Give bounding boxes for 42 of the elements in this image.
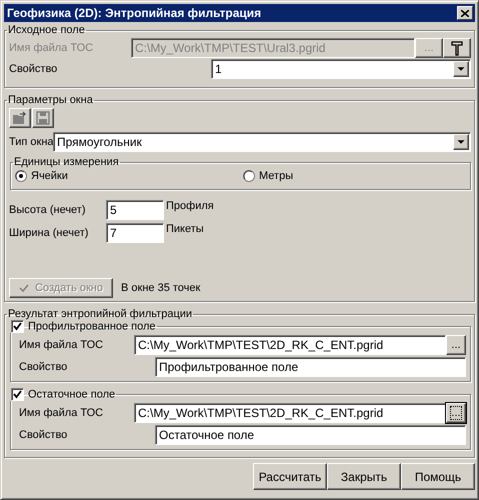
group-title: Единицы измерения — [13, 156, 120, 168]
radio-option[interactable]: Метры — [243, 170, 294, 182]
close-button[interactable] — [457, 6, 473, 20]
browse-button[interactable]: ... — [446, 403, 466, 423]
save-button[interactable] — [32, 108, 54, 128]
unit-label: Пикеты — [166, 223, 204, 235]
property-field[interactable]: Профильтрованное поле — [155, 357, 466, 377]
dialog-button[interactable]: Помощь — [401, 463, 475, 490]
unit-label: Профиля — [166, 200, 214, 212]
file-path-field[interactable]: C:\My_Work\TMP\TEST\2D_RK_C_ENT.pgrid — [134, 335, 446, 355]
check-icon — [19, 284, 29, 292]
checkbox[interactable] — [11, 320, 24, 333]
number-field[interactable]: 5 — [106, 200, 164, 220]
window-type-dropdown[interactable]: Прямоугольник — [53, 132, 471, 152]
group-title: Профильтрованное поле — [28, 320, 156, 332]
hammer-icon — [450, 40, 464, 56]
field-label: Ширина (нечет) — [9, 227, 90, 239]
field-label: Свойство — [19, 361, 68, 373]
file-path-field[interactable]: C:\My_Work\TMP\TEST\2D_RK_C_ENT.pgrid — [134, 403, 446, 423]
field-label: Имя файла ТОС — [19, 407, 104, 419]
hammer-button[interactable] — [443, 38, 471, 58]
field-label: Имя файла ТОС — [19, 339, 104, 351]
field-label: Высота (нечет) — [9, 204, 87, 216]
close-icon — [461, 10, 469, 16]
radio-option[interactable]: Ячейки — [15, 170, 243, 182]
group-title: Параметры окна — [7, 94, 94, 106]
group-title: Исходное поле — [7, 24, 86, 36]
field-label: Свойство — [9, 63, 58, 75]
window-title: Геофизика (2D): Энтропийная фильтрация — [7, 6, 262, 20]
group-title: Результат энтропийной фильтрации — [7, 308, 194, 320]
checkbox[interactable] — [11, 388, 24, 401]
field-label: Тип окна — [9, 136, 53, 148]
property-field[interactable]: Остаточное поле — [155, 425, 466, 445]
dialog-button[interactable]: Рассчитать — [253, 463, 327, 490]
dialog-button[interactable]: Закрыть — [327, 463, 401, 490]
points-count-text: В окне 35 точек — [121, 282, 200, 294]
field-label: Имя файла ТОС — [9, 42, 94, 54]
open-file-button[interactable] — [9, 108, 31, 128]
field-label: Свойство — [19, 429, 68, 441]
browse-button[interactable]: ... — [446, 335, 466, 355]
group-title: Остаточное поле — [28, 388, 116, 400]
number-field[interactable]: 7 — [106, 223, 164, 243]
